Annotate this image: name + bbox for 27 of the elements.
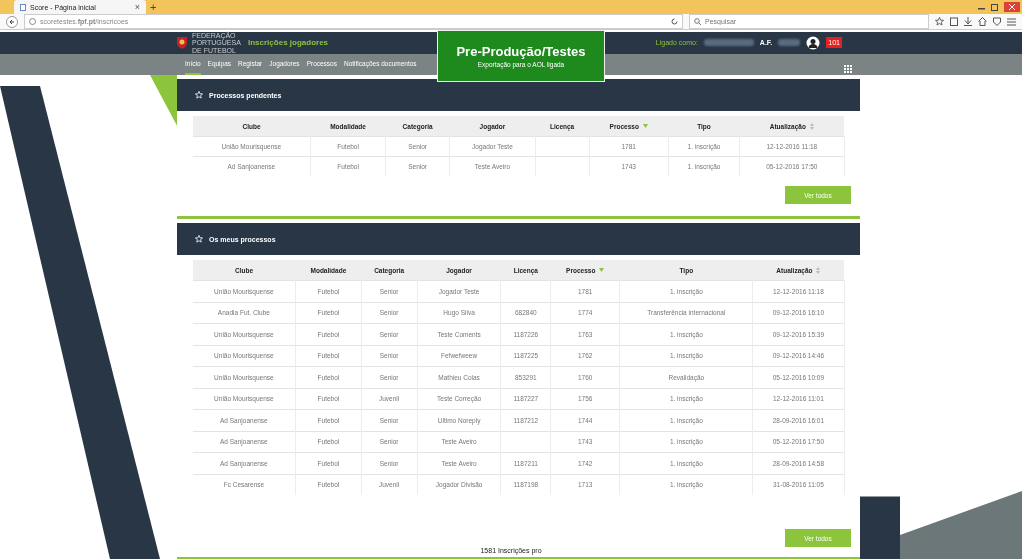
download-icon[interactable] [964,17,972,26]
search-icon [694,18,701,25]
shield-icon[interactable] [993,17,1001,26]
home-icon[interactable] [978,17,987,26]
grid-menu-icon[interactable] [844,65,852,73]
environment-title: Pre-Produção/Testes [456,43,586,59]
close-icon[interactable] [1004,2,1020,12]
table-cell [535,156,590,176]
star-icon[interactable] [935,17,944,26]
table-cell [500,431,551,453]
star-icon [195,235,203,243]
clipboard-icon[interactable] [950,17,958,26]
reload-icon[interactable] [671,18,678,25]
new-tab-button[interactable]: + [150,1,157,13]
table-cell [500,280,551,302]
crest-logo-icon [176,35,188,51]
star-icon [195,91,203,99]
table-cell [535,136,590,157]
maximize-icon[interactable] [991,3,998,11]
blurred-name [778,39,801,47]
blurred-name [703,39,754,47]
page-icon [20,3,26,11]
back-icon[interactable] [6,15,18,28]
tab-close-button[interactable]: × [134,2,140,12]
app-title: Inscrições jogadores [248,38,329,48]
info-icon [29,18,36,25]
user-avatar-icon[interactable] [806,36,821,50]
